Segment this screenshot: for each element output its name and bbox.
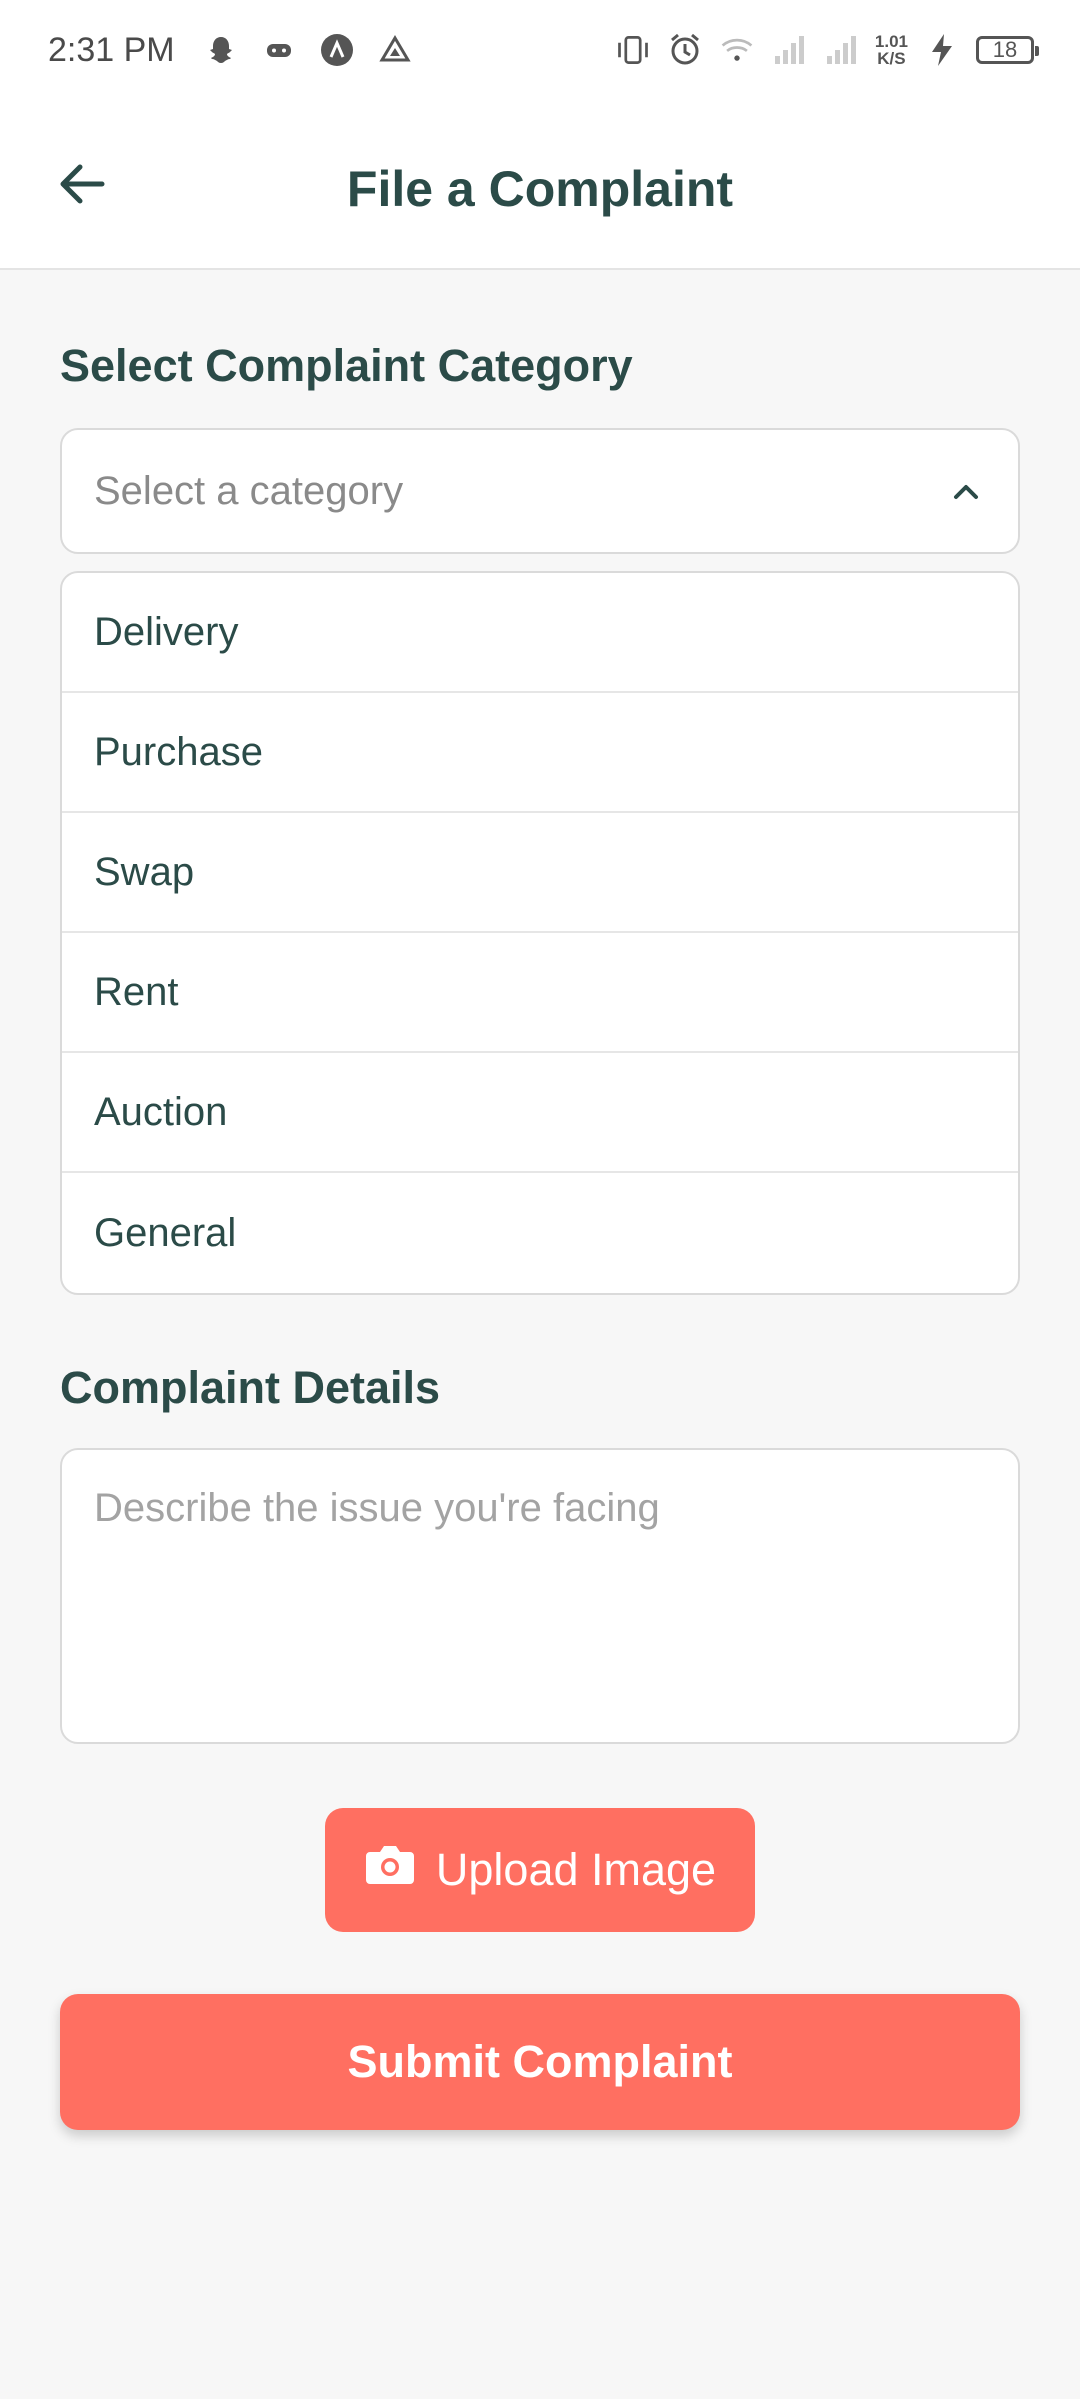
category-option-purchase[interactable]: Purchase — [62, 693, 1018, 813]
category-placeholder: Select a category — [94, 468, 404, 513]
chevron-up-icon — [946, 471, 986, 511]
camera-icon — [364, 1842, 416, 1899]
snapchat-icon — [203, 32, 239, 68]
status-time: 2:31 PM — [48, 30, 175, 69]
wifi-icon — [719, 32, 755, 68]
category-option-rent[interactable]: Rent — [62, 933, 1018, 1053]
category-option-general[interactable]: General — [62, 1173, 1018, 1293]
alarm-icon — [667, 32, 703, 68]
battery-indicator: 18 — [976, 36, 1039, 64]
upload-image-label: Upload Image — [435, 1844, 717, 1895]
category-dropdown: Delivery Purchase Swap Rent Auction Gene… — [60, 571, 1020, 1295]
app-a-icon — [319, 32, 355, 68]
submit-complaint-button[interactable]: Submit Complaint — [60, 1994, 1020, 2130]
details-field-container — [60, 1448, 1020, 1744]
upload-image-button[interactable]: Upload Image — [325, 1808, 755, 1932]
page-title: File a Complaint — [346, 161, 734, 217]
vibrate-icon — [615, 32, 651, 68]
signal-icon — [823, 32, 859, 68]
category-option-auction[interactable]: Auction — [62, 1053, 1018, 1173]
category-option-delivery[interactable]: Delivery — [62, 573, 1018, 693]
app-header: File a Complaint — [0, 100, 1080, 270]
status-bar: 2:31 PM 1.01 K/S 18 — [0, 0, 1080, 100]
complaint-details-input[interactable] — [94, 1486, 986, 1706]
game-icon — [261, 32, 297, 68]
net-speed: 1.01 K/S — [874, 32, 908, 68]
category-select[interactable]: Select a category — [60, 428, 1020, 554]
signal-icon — [771, 32, 807, 68]
category-option-swap[interactable]: Swap — [62, 813, 1018, 933]
category-label: Select Complaint Category — [60, 340, 633, 391]
drive-icon — [377, 32, 413, 68]
charging-icon — [924, 32, 960, 68]
details-label: Complaint Details — [60, 1362, 441, 1413]
